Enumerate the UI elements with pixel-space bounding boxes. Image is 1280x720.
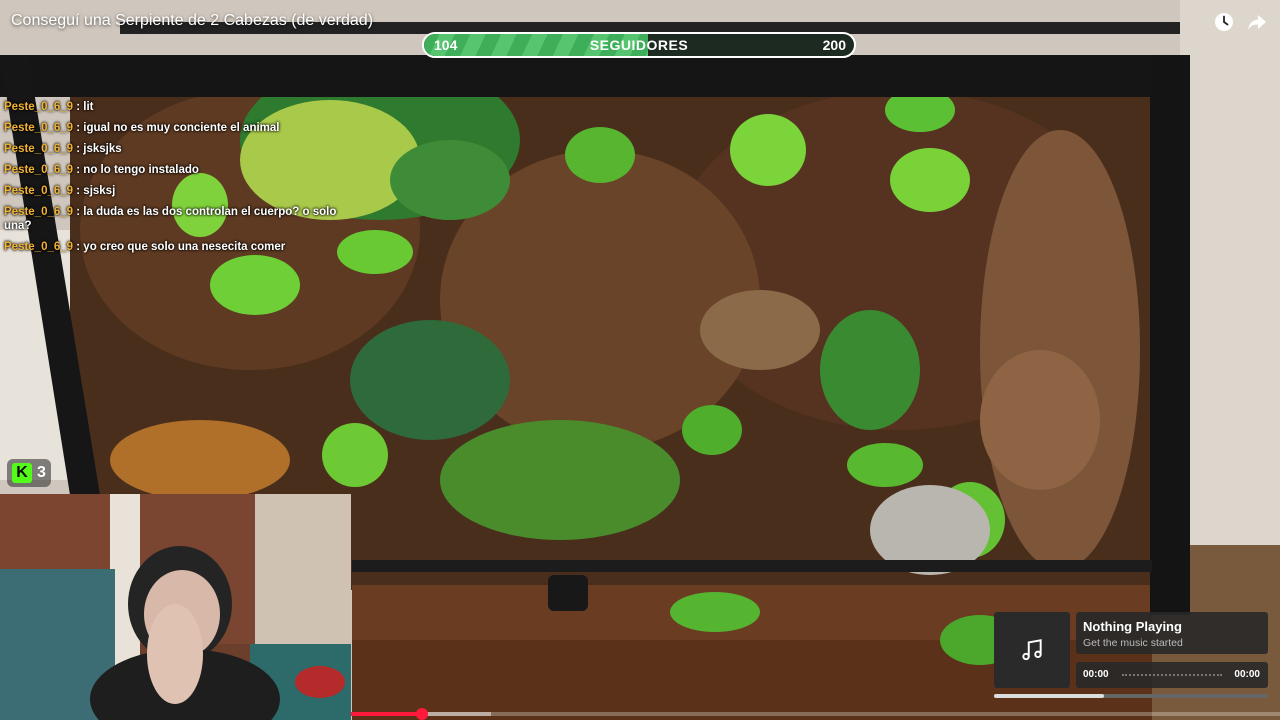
chat-text: no lo tengo instalado bbox=[83, 164, 199, 176]
chat-overlay: Peste_0_6_9 : lit Peste_0_6_9 : igual no… bbox=[4, 100, 349, 261]
video-progress-bar[interactable] bbox=[351, 708, 1280, 720]
now-playing-info: Nothing Playing Get the music started bbox=[1076, 612, 1268, 654]
chat-text: yo creo que solo una nesecita comer bbox=[83, 241, 286, 253]
album-art bbox=[994, 612, 1070, 688]
chat-message: Peste_0_6_9 : sjsksj bbox=[4, 185, 116, 197]
now-playing-widget: Nothing Playing Get the music started 00… bbox=[994, 612, 1268, 698]
chat-username: Peste_0_6_9 bbox=[4, 143, 74, 155]
chat-username: Peste_0_6_9 bbox=[4, 101, 74, 113]
video-progress-buffered bbox=[421, 712, 491, 716]
chat-message: Peste_0_6_9 : no lo tengo instalado bbox=[4, 164, 199, 176]
now-playing-progress bbox=[994, 694, 1268, 698]
now-playing-title: Nothing Playing bbox=[1083, 619, 1182, 634]
waveform bbox=[1122, 674, 1222, 678]
now-playing-timeline: 00:00 00:00 bbox=[1076, 662, 1268, 688]
chat-username: Peste_0_6_9 bbox=[4, 241, 74, 253]
time-current: 00:00 bbox=[1083, 669, 1109, 680]
chat-username: Peste_0_6_9 bbox=[4, 185, 74, 197]
clock-icon[interactable] bbox=[1214, 12, 1234, 32]
kick-viewer-badge: K 3 bbox=[7, 459, 51, 487]
video-title[interactable]: Conseguí una Serpiente de 2 Cabezas (de … bbox=[11, 12, 373, 30]
now-playing-subtitle: Get the music started bbox=[1083, 637, 1183, 649]
followers-goal: 200 bbox=[822, 37, 846, 53]
viewer-count: 3 bbox=[37, 464, 46, 481]
stream-stage: Conseguí una Serpiente de 2 Cabezas (de … bbox=[0, 0, 1280, 720]
chat-message: Peste_0_6_9 : igual no es muy conciente … bbox=[4, 122, 280, 134]
chat-username: Peste_0_6_9 bbox=[4, 122, 74, 134]
time-total: 00:00 bbox=[1234, 669, 1260, 680]
video-progress-played bbox=[351, 712, 422, 716]
chat-text: igual no es muy conciente el animal bbox=[83, 122, 280, 134]
chat-message: Peste_0_6_9 : yo creo que solo una nesec… bbox=[4, 241, 286, 253]
kick-logo-icon: K bbox=[12, 463, 32, 483]
video-scrubber-handle[interactable] bbox=[415, 708, 428, 720]
chat-message: Peste_0_6_9 : lit bbox=[4, 101, 94, 113]
chat-message: Peste_0_6_9 : la duda es las dos control… bbox=[4, 206, 337, 232]
share-icon[interactable] bbox=[1247, 12, 1267, 32]
followers-label: SEGUIDORES bbox=[589, 37, 689, 53]
chat-text: jsksjks bbox=[83, 143, 122, 155]
chat-username: Peste_0_6_9 bbox=[4, 164, 74, 176]
chat-text: lit bbox=[83, 101, 94, 113]
now-playing-progress-fill bbox=[994, 694, 1104, 698]
chat-message: Peste_0_6_9 : jsksjks bbox=[4, 143, 122, 155]
music-note-icon bbox=[1022, 639, 1042, 661]
chat-username: Peste_0_6_9 bbox=[4, 206, 74, 218]
followers-goal-bar: 104 SEGUIDORES 200 bbox=[422, 32, 856, 58]
chat-text: sjsksj bbox=[83, 185, 116, 197]
webcam-feed bbox=[0, 494, 351, 720]
